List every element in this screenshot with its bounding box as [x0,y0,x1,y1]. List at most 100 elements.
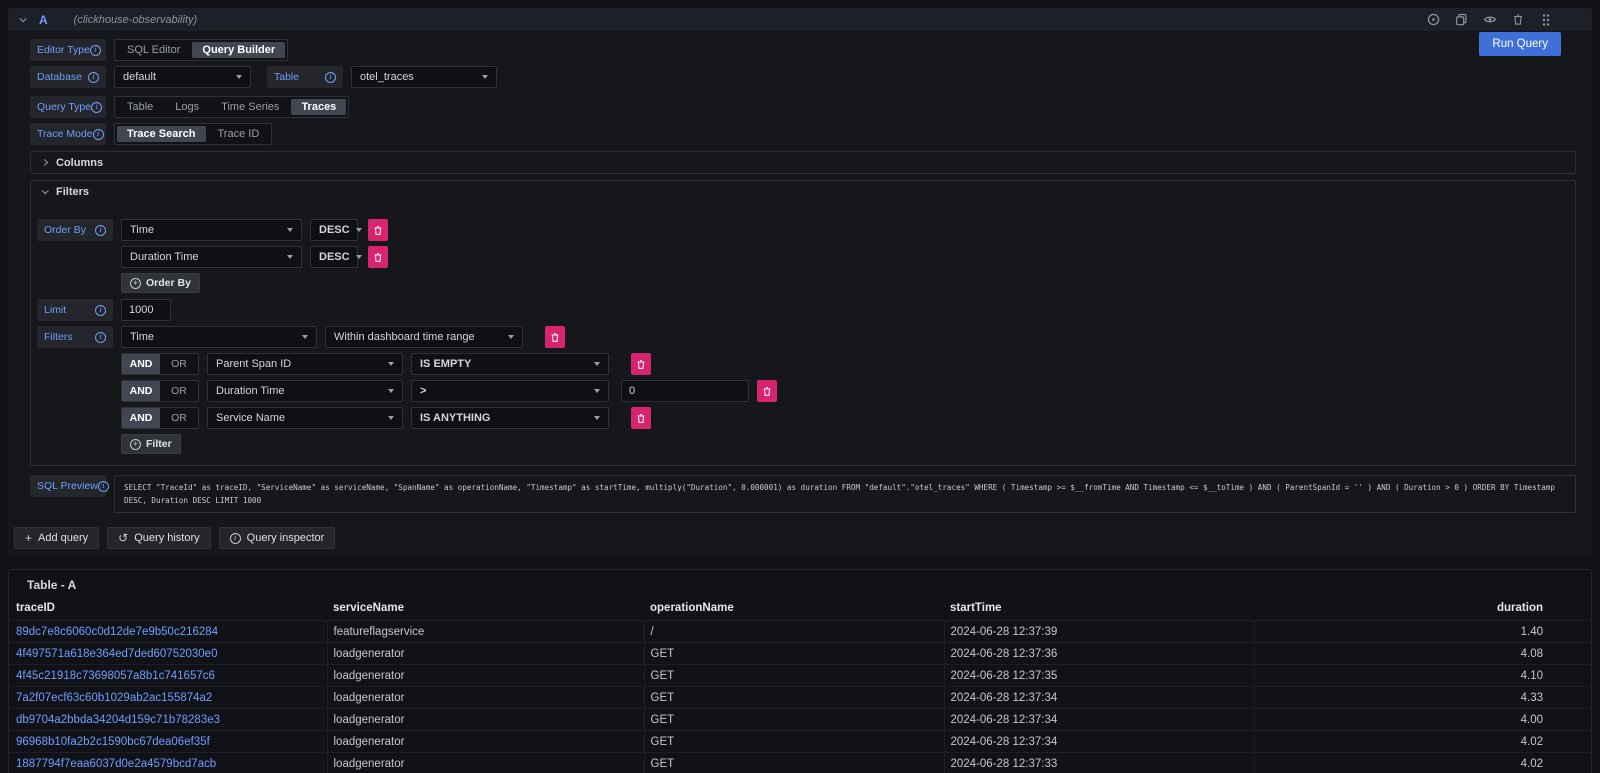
duration-cell: 4.00 [1254,709,1591,731]
delete-filter-button[interactable] [631,407,651,429]
sql-editor-option[interactable]: SQL Editor [117,42,190,58]
toggle-visibility-eye-icon[interactable] [1483,13,1496,26]
query-type-table[interactable]: Table [117,99,163,115]
filter-value-input[interactable] [621,380,749,402]
info-icon[interactable]: i [93,129,104,140]
duration-cell: 4.02 [1254,753,1591,773]
database-select[interactable]: default [114,66,251,88]
info-icon[interactable]: i [90,45,101,56]
collapse-chevron-icon[interactable] [20,15,27,22]
and-option[interactable]: AND [122,381,160,401]
filter-operator-select[interactable]: Within dashboard time range [325,326,523,348]
trace-id-link[interactable]: 89dc7e8c6060c0d12de7e9b50c216284 [16,626,218,638]
trace-search-option[interactable]: Trace Search [117,126,206,142]
filter-condition-row-1: AND OR Parent Span ID IS EMPTY [121,353,1567,375]
query-builder-option[interactable]: Query Builder [192,42,285,58]
trace-id-link[interactable]: 7a2f07ecf63c60b1029ab2ac155874a2 [16,692,212,704]
service-name-cell: featureflagservice [327,621,644,643]
add-order-by-button[interactable]: + Order By [121,273,200,293]
order-by-direction-select[interactable]: DESC [310,219,358,241]
info-icon[interactable]: i [95,225,106,236]
run-query-button[interactable]: Run Query [1479,32,1561,56]
or-option[interactable]: OR [160,381,198,401]
datasource-name: (clickhouse-observability) [74,14,198,26]
and-or-toggle: AND OR [121,380,199,402]
trace-id-link[interactable]: 1887794f7eaa6037d0e2a4579bcd7acb [16,758,216,770]
delete-order-by-button[interactable] [368,219,388,241]
add-query-button[interactable]: + Add query [14,527,99,549]
help-circle-icon[interactable] [1427,13,1440,26]
query-type-traces[interactable]: Traces [291,99,346,115]
columns-section-header[interactable]: Columns [31,152,1575,173]
order-by-field-select[interactable]: Time [121,219,302,241]
limit-label: Limit i [37,299,113,321]
query-row-header[interactable]: A (clickhouse-observability) [8,8,1592,31]
filter-field-select[interactable]: Service Name [207,407,403,429]
filter-field-select[interactable]: Parent Span ID [207,353,403,375]
delete-filter-button[interactable] [757,380,777,402]
column-header-operationname[interactable]: operationName [644,600,944,621]
query-type-logs[interactable]: Logs [165,99,209,115]
column-header-traceid[interactable]: traceID [9,600,327,621]
column-header-servicename[interactable]: serviceName [327,600,644,621]
info-icon[interactable]: i [325,72,336,83]
table-select[interactable]: otel_traces [351,66,497,88]
trace-id-link[interactable]: 4f497571a618e364ed7ded60752030e0 [16,648,217,660]
column-header-duration[interactable]: duration [1254,600,1591,621]
trash-icon [373,252,383,263]
start-time-cell: 2024-06-28 12:37:34 [944,709,1254,731]
filter-operator-select[interactable]: > [411,380,609,402]
duplicate-query-icon[interactable] [1455,13,1468,26]
or-option[interactable]: OR [160,354,198,374]
limit-input[interactable] [121,299,171,321]
query-inspector-button[interactable]: i Query inspector [219,527,336,549]
service-name-cell: loadgenerator [327,731,644,753]
drag-handle-icon[interactable] [1539,13,1552,26]
trace-id-option[interactable]: Trace ID [208,126,270,142]
delete-filter-button[interactable] [545,326,565,348]
chevron-down-icon [356,228,362,232]
info-icon[interactable]: i [91,102,102,113]
order-by-field-select[interactable]: Duration Time [121,246,302,268]
operation-name-cell: GET [644,709,944,731]
info-icon[interactable]: i [95,332,106,343]
and-option[interactable]: AND [122,408,160,428]
column-header-starttime[interactable]: startTime [944,600,1254,621]
results-table: traceID serviceName operationName startT… [9,600,1591,773]
query-type-timeseries[interactable]: Time Series [211,99,289,115]
service-name-cell: loadgenerator [327,665,644,687]
query-ref-id: A [39,13,48,27]
trace-id-link[interactable]: 96968b10fa2b2c1590bc67dea06ef35f [16,736,210,748]
chevron-down-icon [508,335,514,339]
trace-mode-toggle: Trace Search Trace ID [114,123,272,145]
info-icon[interactable]: i [88,72,99,83]
info-icon[interactable]: i [95,305,106,316]
query-editor-body: Run Query Editor Type i SQL Editor Query… [8,31,1592,517]
info-icon[interactable]: i [98,481,109,492]
filters-section-content: Order By i Time DESC [31,202,1575,465]
order-by-direction-select[interactable]: DESC [310,246,358,268]
trace-id-link[interactable]: db9704a2bbda34204d159c71b78283e3 [16,714,220,726]
filters-section-header[interactable]: Filters [31,181,1575,202]
filter-operator-select[interactable]: IS EMPTY [411,353,609,375]
and-option[interactable]: AND [122,354,160,374]
filter-field-select[interactable]: Duration Time [207,380,403,402]
delete-order-by-button[interactable] [368,246,388,268]
remove-query-trash-icon[interactable] [1511,13,1524,26]
add-filter-button[interactable]: + Filter [121,434,181,454]
query-history-button[interactable]: ↺ Query history [107,527,210,549]
filters-section: Filters Order By i Time DESC [30,180,1576,466]
query-type-row: Query Type i Table Logs Time Series Trac… [30,96,1584,118]
filter-field-select[interactable]: Time [121,326,317,348]
table-row: 96968b10fa2b2c1590bc67dea06ef35f loadgen… [9,731,1591,753]
editor-type-toggle: SQL Editor Query Builder [114,39,288,61]
filter-operator-select[interactable]: IS ANYTHING [411,407,609,429]
trace-id-link[interactable]: 4f45c21918c73698057a8b1c741657c6 [16,670,215,682]
trace-mode-label: Trace Mode i [30,123,106,145]
table-row: 7a2f07ecf63c60b1029ab2ac155874a2 loadgen… [9,687,1591,709]
operation-name-cell: GET [644,731,944,753]
delete-filter-button[interactable] [631,353,651,375]
query-editor-row: A (clickhouse-observability) Run Query [8,8,1592,557]
or-option[interactable]: OR [160,408,198,428]
plus-circle-icon: + [130,278,141,289]
